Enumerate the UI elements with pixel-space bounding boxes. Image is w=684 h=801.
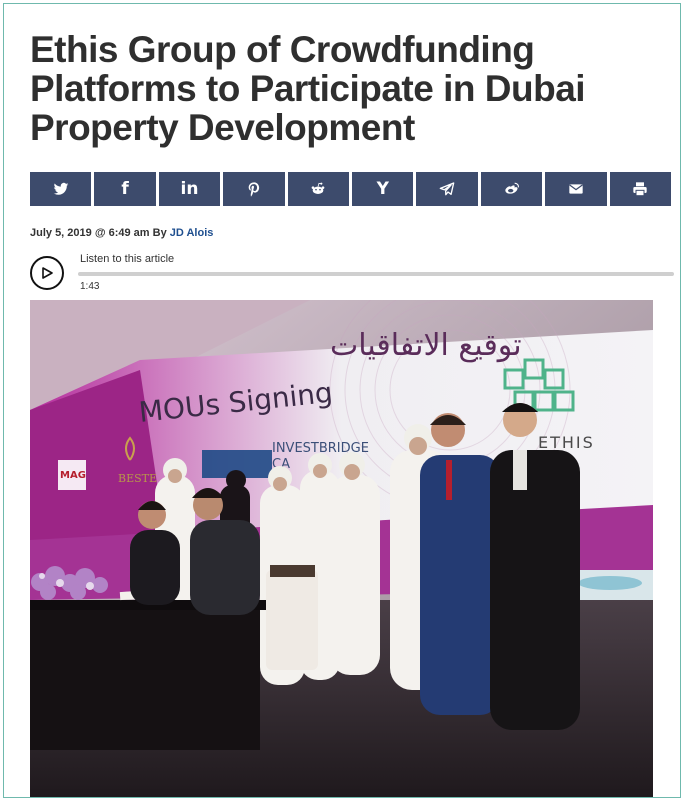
- article-photo: توقيع الاتفاقيات MOUs Signing ETHIS MAG …: [30, 300, 653, 797]
- author-link[interactable]: JD Alois: [170, 227, 214, 239]
- linkedin-icon: in: [180, 179, 199, 199]
- article-title: Ethis Group of Crowdfunding Platforms to…: [30, 29, 586, 148]
- audio-player: Listen to this article 1:43: [30, 252, 674, 294]
- telegram-share-button[interactable]: [416, 172, 478, 206]
- print-icon: [633, 182, 648, 197]
- article-meta: July 5, 2019 @ 6:49 am By JD Alois: [30, 227, 213, 239]
- reddit-share-button[interactable]: [287, 172, 350, 206]
- pinterest-icon: [248, 182, 260, 197]
- weibo-icon: [504, 182, 519, 194]
- reddit-icon: [311, 182, 325, 194]
- audio-duration: 1:43: [80, 281, 100, 292]
- twitter-icon: [53, 182, 69, 195]
- banner-arabic-text: توقيع الاتفاقيات: [330, 328, 522, 363]
- facebook-share-button[interactable]: f: [94, 172, 156, 206]
- facebook-icon: f: [121, 179, 129, 199]
- publish-date: July 5, 2019 @ 6:49 am By: [30, 227, 167, 239]
- signing-ceremony-image: توقيع الاتفاقيات MOUs Signing ETHIS MAG …: [30, 300, 653, 797]
- email-share-button[interactable]: [545, 172, 607, 206]
- print-share-button[interactable]: [609, 172, 672, 206]
- hacker-news-share-button[interactable]: Y: [352, 172, 414, 206]
- ethis-logo-text: ETHIS: [538, 433, 595, 452]
- hacker-news-icon: Y: [376, 179, 389, 199]
- twitter-share-button[interactable]: [30, 172, 92, 206]
- beste-logo: BESTE: [118, 472, 157, 485]
- weibo-share-button[interactable]: [480, 172, 543, 206]
- listen-label: Listen to this article: [80, 253, 175, 265]
- telegram-icon: [439, 182, 455, 196]
- email-icon: [569, 184, 583, 194]
- play-icon: [42, 267, 53, 279]
- mag-logo: MAG: [60, 470, 86, 481]
- audio-progress-bar[interactable]: [78, 272, 674, 276]
- share-bar: f in Y: [30, 172, 672, 206]
- linkedin-share-button[interactable]: in: [158, 172, 221, 206]
- pinterest-share-button[interactable]: [223, 172, 285, 206]
- play-button[interactable]: [30, 256, 64, 290]
